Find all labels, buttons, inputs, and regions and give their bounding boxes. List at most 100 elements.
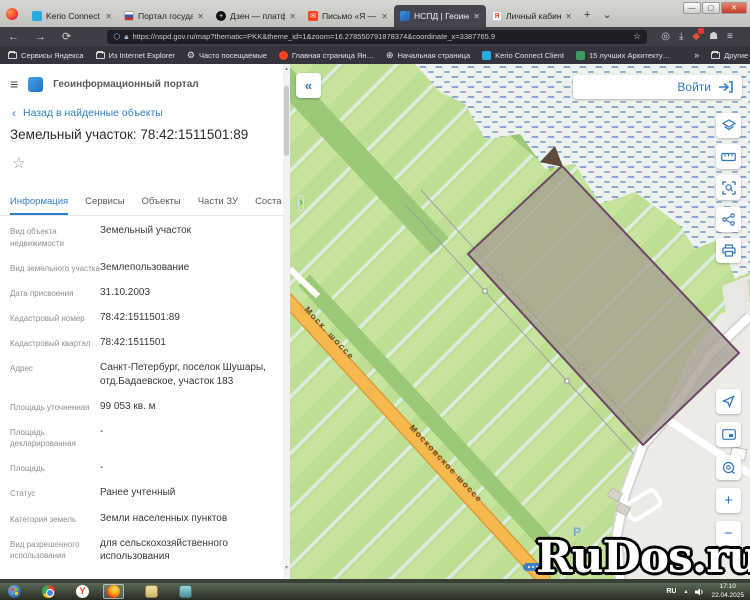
panel-tabs: Информация Сервисы Объекты Части ЗУ Сост… [0,190,283,216]
bookmark-yandex-home[interactable]: Главная страница Ян… [279,51,374,60]
tab-close-icon[interactable]: ✕ [381,12,388,21]
tab-list-button[interactable]: ⌄ [596,8,617,27]
tab-nspd-active[interactable]: НСПД | Геоинформ… ✕ [394,5,486,27]
tab-close-icon[interactable]: ✕ [105,12,112,21]
attribute-row: Площадь уточненная99 053 кв. м [10,400,275,414]
dzen-favicon: + [216,11,226,21]
extension-icon[interactable]: ◆ [692,31,700,42]
attribute-row: Кадастровый номер78:42:1511501:89 [10,311,275,325]
chevron-left-icon: ‹ [12,106,16,120]
tab-parts[interactable]: Части ЗУ [198,196,238,215]
account-icon[interactable]: ☗ [709,31,718,42]
tab-kerio[interactable]: Kerio Connect Client ✕ [26,5,118,27]
taskbar-firefox-active[interactable] [103,584,124,599]
tab-close-icon[interactable]: ✕ [197,12,204,21]
scrollbar-thumb[interactable] [284,86,289,156]
tab-close-icon[interactable]: ✕ [289,12,296,21]
attribute-row: АдресСанкт-Петербург, поселок Шушары, от… [10,361,275,388]
protections-icon[interactable]: ◎ [661,31,670,42]
my-location-button[interactable] [716,389,741,414]
collapse-panel-button[interactable]: « [296,73,321,98]
tab-objects[interactable]: Объекты [142,196,181,215]
tab-information[interactable]: Информация [10,196,68,215]
attribute-row: Вид земельного участкаЗемлепользование [10,261,275,275]
tab-dzen[interactable]: + Дзен — платформ… ✕ [210,5,302,27]
attributes-list: Вид объекта недвижимостиЗемельный участо… [10,224,275,575]
overview-map-button[interactable] [716,422,741,447]
zoom-in-button[interactable]: + [716,488,741,513]
tab-close-icon[interactable]: ✕ [473,12,480,21]
downloads-icon[interactable]: ⤓ [679,31,683,42]
tray-chevron-icon[interactable]: ▲ [684,589,689,595]
login-arrow-icon [718,81,733,93]
url-bar[interactable]: ⬡ 🔒︎ https://nspd.gov.ru/map?thematic=PK… [107,30,647,44]
coordinates-button[interactable] [716,455,741,480]
portal-title: Геоинформационный портал [53,79,198,90]
window-minimize-button[interactable]: — [683,2,701,14]
area-search-icon [722,181,736,195]
taskbar-clock[interactable]: 17:10 22.04.2025 [711,583,744,599]
folder-icon [8,52,17,59]
scroll-up-icon[interactable]: ▲ [283,66,290,72]
url-text[interactable]: https://nspd.gov.ru/map?thematic=PKK&the… [132,32,629,41]
tracking-shield-icon[interactable]: ⬡ [113,32,120,41]
firefox-app-icon[interactable] [6,8,18,20]
bookmark-frequent[interactable]: ⚙Часто посещаемые [187,50,267,61]
back-icon[interactable]: ← [8,31,19,43]
area-search-button[interactable] [716,175,741,200]
forward-icon[interactable]: → [35,31,46,43]
scroll-down-icon[interactable]: ▼ [283,565,290,571]
bookmark-kerio[interactable]: Kerio Connect Client [482,51,564,60]
firefox-icon [107,585,120,598]
kerio-favicon [32,11,42,21]
bookmarks-bar: Сервисы Яндекса Из Internet Explorer ⚙Ча… [0,46,750,64]
bookmark-folder-ie[interactable]: Из Internet Explorer [96,51,175,60]
location-arrow-icon [722,395,735,408]
bookmark-star-icon[interactable]: ☆ [633,31,641,42]
tab-mail[interactable]: ✉ Письмо «Я — про… ✕ [302,5,394,27]
ruler-button[interactable] [716,144,741,169]
tab-services[interactable]: Сервисы [85,196,124,215]
taskbar-chrome-icon[interactable] [42,585,55,598]
bookmark-folder-yandex[interactable]: Сервисы Яндекса [8,51,84,60]
bookmark-start-page[interactable]: ⊕Начальная страница [386,50,470,61]
tab-composition[interactable]: Соста [255,196,281,215]
back-to-results-link[interactable]: ‹ Назад в найденные объекты [12,106,163,120]
map-canvas[interactable]: Р Моск. шоссе Московское шоссе « Войти [290,64,750,579]
menu-icon[interactable]: ≡ [727,31,733,42]
attribute-row: Вид объекта недвижимостиЗемельный участо… [10,224,275,249]
attribute-row: Площадь- [10,461,275,475]
tab-close-icon[interactable]: ✕ [565,12,572,21]
attribute-row: Категория земельЗемли населенных пунктов [10,512,275,526]
taskbar-files-icon[interactable] [145,585,158,598]
mail-favicon: ✉ [308,11,318,21]
bookmark-architects[interactable]: 15 лучших Архитекту… [576,51,670,60]
start-button[interactable] [8,585,21,598]
panel-scrollbar[interactable]: ▲ ▼ [283,64,290,579]
window-close-button[interactable]: ✕ [721,2,747,14]
houzz-icon [576,51,585,60]
print-button[interactable] [716,238,741,263]
bookmarks-overflow-icon[interactable]: » [694,50,699,60]
windows-logo-icon [11,588,18,595]
layers-button[interactable] [716,113,741,138]
gear-icon: ⚙ [187,50,195,61]
panel-menu-icon[interactable]: ≡ [10,76,18,92]
tabs-more-button[interactable]: › [298,195,303,211]
taskbar-media-icon[interactable] [179,585,192,598]
volume-icon[interactable] [695,588,704,596]
ruler-icon [721,152,736,162]
tab-lk[interactable]: Я Личный кабинет «П… ✕ [486,5,578,27]
notification-badge [698,28,704,34]
other-bookmarks[interactable]: Другие закладки [711,51,750,60]
favorite-star-icon[interactable]: ☆ [12,154,25,172]
portal-logo-icon [28,77,43,92]
taskbar-yandex-icon[interactable]: Y [76,585,89,598]
tab-gosportal[interactable]: Портал государств… ✕ [118,5,210,27]
new-tab-button[interactable]: + [578,9,596,27]
window-maximize-button[interactable]: ▢ [702,2,720,14]
language-indicator[interactable]: RU [666,588,676,595]
login-button[interactable]: Войти [573,75,742,99]
share-button[interactable] [716,207,741,232]
reload-icon[interactable]: ⟳ [62,30,71,43]
